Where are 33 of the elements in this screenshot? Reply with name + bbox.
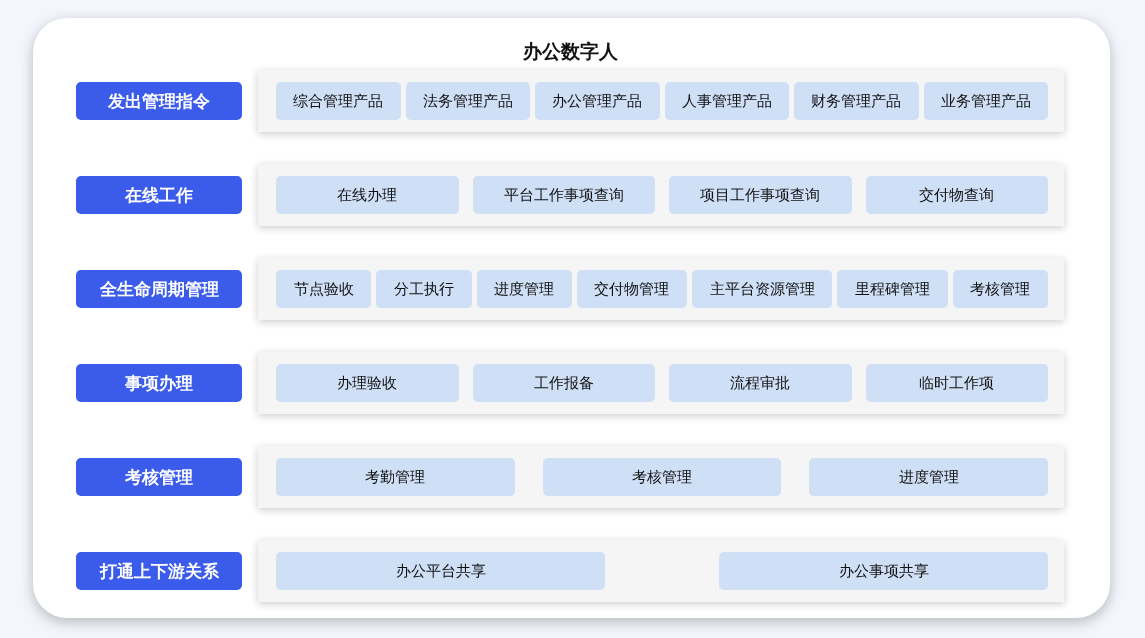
feature-tag[interactable]: 交付物查询 — [865, 176, 1048, 214]
page-title: 办公数字人 — [521, 39, 619, 64]
feature-tag[interactable]: 进度管理 — [809, 458, 1048, 496]
feature-tag[interactable]: 综合管理产品 — [276, 82, 401, 120]
feature-tag[interactable]: 办公管理产品 — [535, 82, 660, 120]
feature-tag[interactable]: 考核管理 — [542, 458, 782, 496]
feature-tag[interactable]: 分工执行 — [376, 270, 472, 308]
feature-tag[interactable]: 业务管理产品 — [923, 82, 1048, 120]
feature-tag[interactable]: 财务管理产品 — [794, 82, 919, 120]
feature-tag[interactable]: 项目工作事项查询 — [669, 176, 852, 214]
feature-tag[interactable]: 流程审批 — [669, 364, 852, 402]
feature-tag[interactable]: 节点验收 — [276, 270, 372, 308]
feature-tag[interactable]: 里程碑管理 — [837, 270, 948, 308]
feature-tag[interactable]: 主平台资源管理 — [692, 270, 833, 308]
feature-tag[interactable]: 在线办理 — [276, 176, 459, 214]
category-label: 打通上下游关系 — [76, 552, 242, 590]
feature-tag[interactable]: 进度管理 — [476, 270, 572, 308]
feature-tag[interactable]: 考勤管理 — [276, 458, 515, 496]
category-label: 发出管理指令 — [76, 82, 242, 120]
feature-tag[interactable]: 平台工作事项查询 — [472, 176, 655, 214]
category-label: 在线工作 — [76, 176, 242, 214]
feature-tag[interactable]: 人事管理产品 — [664, 82, 789, 120]
feature-tag[interactable]: 办公平台共享 — [276, 552, 605, 590]
feature-tag[interactable]: 办公事项共享 — [719, 552, 1048, 590]
feature-tag[interactable]: 办理验收 — [276, 364, 459, 402]
feature-tag[interactable]: 工作报备 — [472, 364, 655, 402]
category-label: 事项办理 — [76, 364, 242, 402]
feature-tag[interactable]: 交付物管理 — [576, 270, 688, 308]
feature-tag[interactable]: 临时工作项 — [865, 364, 1048, 402]
category-label: 全生命周期管理 — [76, 270, 242, 308]
category-label: 考核管理 — [76, 458, 242, 496]
feature-tag[interactable]: 法务管理产品 — [405, 82, 530, 120]
feature-tag[interactable]: 考核管理 — [952, 270, 1048, 308]
